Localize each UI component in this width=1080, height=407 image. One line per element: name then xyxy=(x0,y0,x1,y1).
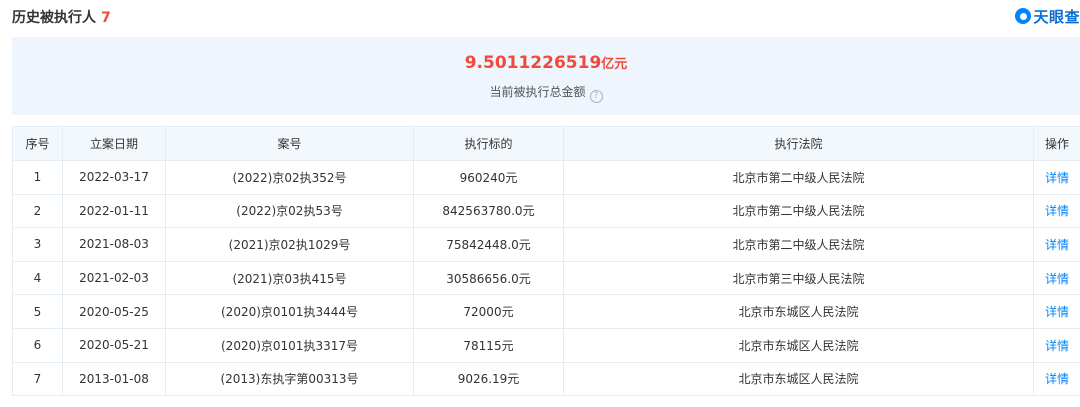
cell-action: 详情 xyxy=(1033,260,1080,296)
total-amount-label-text: 当前被执行总金额 xyxy=(489,85,586,99)
total-amount-unit: 亿元 xyxy=(601,57,628,72)
total-amount-label: 当前被执行总金额? xyxy=(12,83,1080,103)
cell-index: 2 xyxy=(12,193,63,229)
cell-index: 5 xyxy=(12,294,63,329)
cell-amount: 72000元 xyxy=(413,294,564,329)
cell-case-no: (2013)东执字第00313号 xyxy=(165,361,414,397)
cell-action: 详情 xyxy=(1033,327,1080,363)
total-amount: 9.5011226519亿元 xyxy=(12,53,1080,73)
cell-court: 北京市东城区人民法院 xyxy=(563,327,1034,363)
cell-case-no: (2022)京02执352号 xyxy=(165,160,414,195)
table-header-row: 序号 立案日期 案号 执行标的 执行法院 操作 xyxy=(12,126,1080,161)
column-header-date: 立案日期 xyxy=(62,126,166,161)
cell-court: 北京市第三中级人民法院 xyxy=(563,260,1034,296)
cell-amount: 960240元 xyxy=(413,160,564,195)
table-row: 4 2021-02-03 (2021)京03执415号 30586656.0元 … xyxy=(12,260,1080,296)
detail-link[interactable]: 详情 xyxy=(1045,305,1069,319)
cell-action: 详情 xyxy=(1033,361,1080,397)
cell-court: 北京市东城区人民法院 xyxy=(563,294,1034,329)
section-header: 历史被执行人 7 天眼查 xyxy=(12,0,1080,30)
cell-action: 详情 xyxy=(1033,193,1080,229)
detail-link[interactable]: 详情 xyxy=(1045,372,1069,386)
detail-link[interactable]: 详情 xyxy=(1045,339,1069,353)
cell-court: 北京市第二中级人民法院 xyxy=(563,227,1034,262)
tianyancha-logo: 天眼查 xyxy=(1015,6,1080,26)
record-count: 7 xyxy=(101,10,111,26)
cell-date: 2020-05-25 xyxy=(62,294,166,329)
cell-date: 2021-08-03 xyxy=(62,227,166,262)
cell-case-no: (2022)京02执53号 xyxy=(165,193,414,229)
section-title-text: 历史被执行人 xyxy=(12,10,96,26)
cell-action: 详情 xyxy=(1033,227,1080,262)
cell-case-no: (2021)京02执1029号 xyxy=(165,227,414,262)
cell-court: 北京市第二中级人民法院 xyxy=(563,160,1034,195)
cell-case-no: (2020)京0101执3317号 xyxy=(165,327,414,363)
table-row: 6 2020-05-21 (2020)京0101执3317号 78115元 北京… xyxy=(12,327,1080,363)
cell-action: 详情 xyxy=(1033,294,1080,329)
cell-court: 北京市东城区人民法院 xyxy=(563,361,1034,397)
cell-index: 6 xyxy=(12,327,63,363)
total-amount-panel: 9.5011226519亿元 当前被执行总金额? xyxy=(12,37,1080,115)
cell-index: 1 xyxy=(12,160,63,195)
cell-amount: 842563780.0元 xyxy=(413,193,564,229)
column-header-index: 序号 xyxy=(12,126,63,161)
cell-court: 北京市第二中级人民法院 xyxy=(563,193,1034,229)
executed-person-table: 序号 立案日期 案号 执行标的 执行法院 操作 1 2022-03-17 (20… xyxy=(12,126,1080,397)
cell-index: 3 xyxy=(12,227,63,262)
table-row: 1 2022-03-17 (2022)京02执352号 960240元 北京市第… xyxy=(12,160,1080,195)
section-title: 历史被执行人 7 xyxy=(12,7,111,27)
cell-amount: 9026.19元 xyxy=(413,361,564,397)
column-header-case-no: 案号 xyxy=(165,126,414,161)
table-row: 3 2021-08-03 (2021)京02执1029号 75842448.0元… xyxy=(12,227,1080,262)
cell-date: 2021-02-03 xyxy=(62,260,166,296)
cell-index: 4 xyxy=(12,260,63,296)
detail-link[interactable]: 详情 xyxy=(1045,171,1069,185)
cell-amount: 78115元 xyxy=(413,327,564,363)
detail-link[interactable]: 详情 xyxy=(1045,238,1069,252)
cell-action: 详情 xyxy=(1033,160,1080,195)
column-header-court: 执行法院 xyxy=(563,126,1034,161)
cell-index: 7 xyxy=(12,361,63,397)
cell-amount: 75842448.0元 xyxy=(413,227,564,262)
cell-case-no: (2021)京03执415号 xyxy=(165,260,414,296)
logo-text: 天眼查 xyxy=(1033,7,1080,26)
cell-date: 2022-01-11 xyxy=(62,193,166,229)
detail-link[interactable]: 详情 xyxy=(1045,272,1069,286)
help-icon[interactable]: ? xyxy=(589,90,603,103)
logo-eye-icon xyxy=(1015,8,1032,24)
detail-link[interactable]: 详情 xyxy=(1045,204,1069,218)
table-row: 7 2013-01-08 (2013)东执字第00313号 9026.19元 北… xyxy=(12,361,1080,397)
cell-case-no: (2020)京0101执3444号 xyxy=(165,294,414,329)
column-header-action: 操作 xyxy=(1033,126,1080,161)
cell-date: 2013-01-08 xyxy=(62,361,166,397)
total-amount-value: 9.5011226519 xyxy=(464,53,602,73)
table-row: 2 2022-01-11 (2022)京02执53号 842563780.0元 … xyxy=(12,193,1080,229)
cell-amount: 30586656.0元 xyxy=(413,260,564,296)
column-header-amount: 执行标的 xyxy=(413,126,564,161)
table-row: 5 2020-05-25 (2020)京0101执3444号 72000元 北京… xyxy=(12,294,1080,329)
cell-date: 2022-03-17 xyxy=(62,160,166,195)
cell-date: 2020-05-21 xyxy=(62,327,166,363)
